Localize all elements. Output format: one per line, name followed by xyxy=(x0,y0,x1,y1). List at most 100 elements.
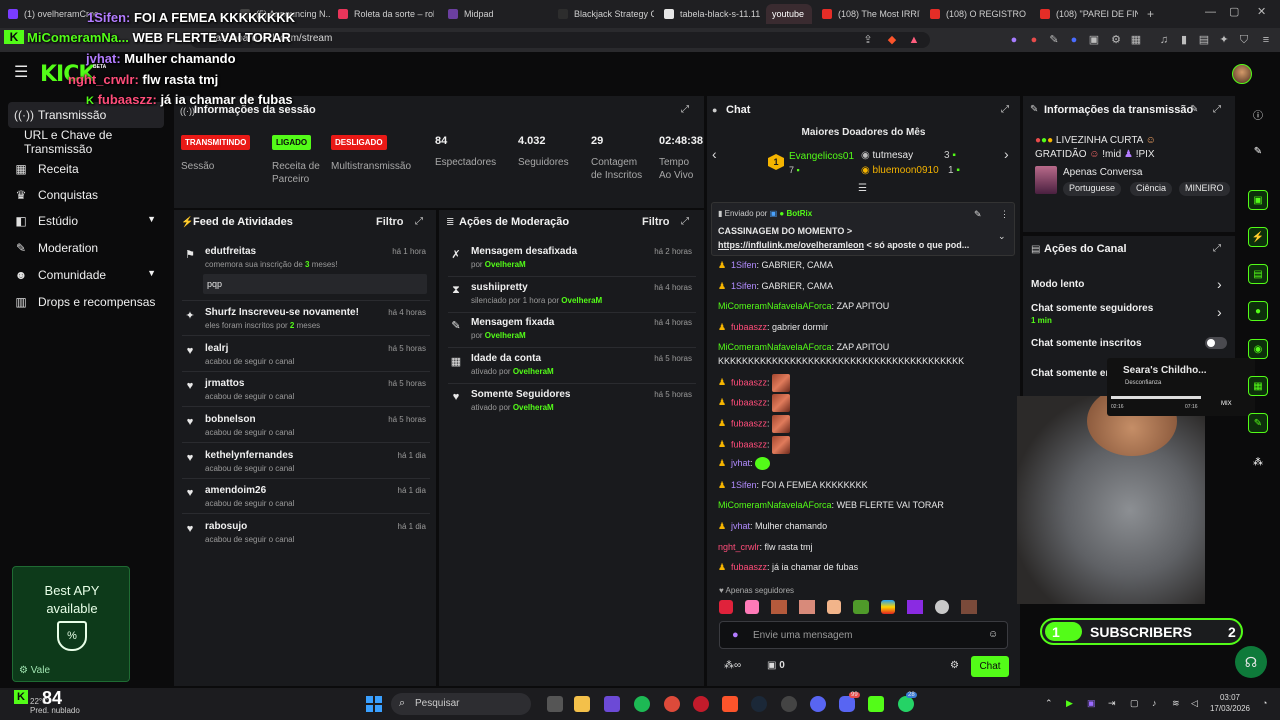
sidebar-item-url-key[interactable]: URL e Chave de Transmissão xyxy=(8,128,164,156)
chat-username[interactable]: nght_crwlr xyxy=(718,542,760,552)
taskbar-search[interactable]: ⌕ Pesquisar xyxy=(391,693,531,715)
volume-icon[interactable]: ◁ xyxy=(1191,698,1198,709)
chat-username[interactable]: fubaaszz xyxy=(731,322,767,332)
expand-icon[interactable]: ⤢ xyxy=(681,216,689,227)
expand-icon[interactable]: ⤢ xyxy=(681,104,689,115)
wallet-icon[interactable]: ▤ xyxy=(1198,34,1210,46)
chat-username[interactable]: 1Sifen xyxy=(731,480,757,490)
browser-menu-icon[interactable]: ≡ xyxy=(1260,34,1272,46)
sidebar-item-conquistas[interactable]: ♛ Conquistas xyxy=(8,182,164,208)
rail-broadcast-icon[interactable]: ◉ xyxy=(1248,339,1268,359)
minimize-icon[interactable]: — xyxy=(1205,6,1216,18)
browser-tab-active[interactable]: youtube xyxy=(766,4,812,24)
rail-wrench-icon[interactable]: ✎ xyxy=(1248,413,1268,433)
expand-icon[interactable]: ⤢ xyxy=(1213,243,1221,254)
browser-tab[interactable]: (108) O REGISTRO +... xyxy=(930,4,1028,24)
taskbar-time[interactable]: 03:07 xyxy=(1210,693,1250,702)
tag-chip[interactable]: MINEIRO xyxy=(1179,182,1230,196)
media-icon[interactable]: ♫ xyxy=(1158,34,1170,46)
sidebar-toggle-icon[interactable]: ▮ xyxy=(1178,34,1190,46)
chat-send-button[interactable]: Chat xyxy=(971,656,1009,677)
chevron-right-icon[interactable]: › xyxy=(1217,276,1222,292)
new-tab-icon[interactable]: + xyxy=(1147,7,1154,21)
windows-start-icon[interactable] xyxy=(366,696,382,712)
maximize-icon[interactable]: ▢ xyxy=(1229,5,1239,18)
sidebar-item-moderation[interactable]: ✎ Moderation xyxy=(8,235,164,261)
sidebar-item-receita[interactable]: ▦ Receita xyxy=(8,156,164,182)
tag-chip[interactable]: Portuguese xyxy=(1063,182,1122,196)
tray-icon[interactable]: ⇥ xyxy=(1108,698,1116,709)
extension-icon[interactable]: ▣ xyxy=(1088,34,1100,46)
chevron-down-icon[interactable]: ⌄ xyxy=(998,231,1006,242)
chevron-right-icon[interactable]: › xyxy=(1217,304,1222,320)
extension-icon[interactable]: ● xyxy=(1068,34,1080,46)
tray-chevron-icon[interactable]: ⌃ xyxy=(1045,698,1053,709)
expand-icon[interactable]: ⤢ xyxy=(1213,104,1221,115)
brave-rewards-icon[interactable]: ▲ xyxy=(908,34,920,46)
emote-icon[interactable] xyxy=(745,600,759,614)
taskbar-date[interactable]: 17/03/2026 xyxy=(1208,704,1252,713)
tag-chip[interactable]: Ciência xyxy=(1130,182,1173,196)
emote-icon[interactable] xyxy=(907,600,923,614)
rail-dashboard-icon[interactable]: ▦ xyxy=(1248,376,1268,396)
spotify-icon[interactable] xyxy=(634,696,650,712)
app-icon[interactable] xyxy=(810,696,826,712)
moderation-filter-button[interactable]: Filtro xyxy=(642,216,670,228)
chat-username[interactable]: MiComeramNafavelaAForca xyxy=(718,342,832,352)
emote-icon[interactable] xyxy=(881,600,895,614)
expand-icon[interactable]: ⤢ xyxy=(415,216,423,227)
file-explorer-icon[interactable] xyxy=(574,696,590,712)
close-window-icon[interactable]: ✕ xyxy=(1257,5,1266,18)
slow-mode-option[interactable]: Modo lento xyxy=(1031,279,1084,290)
chat-username[interactable]: fubaaszz xyxy=(731,397,767,407)
emote-icon[interactable] xyxy=(827,600,841,614)
emote-icon[interactable] xyxy=(935,600,949,614)
chrome-icon[interactable] xyxy=(664,696,680,712)
browser-tab[interactable]: (108) The Most IRRITA... xyxy=(822,4,920,24)
kick-app-icon[interactable] xyxy=(868,696,884,712)
browser-tab[interactable]: (108) "PAREI DE FING... xyxy=(1040,4,1138,24)
extension-icon[interactable]: ● xyxy=(1028,34,1040,46)
tray-icon[interactable]: ▢ xyxy=(1130,698,1139,709)
discord-icon[interactable] xyxy=(839,696,855,712)
rail-chat-icon[interactable]: ● xyxy=(1248,301,1268,321)
browser-tab[interactable]: (1) ovelheramCrocantes xyxy=(8,4,98,24)
headset-support-icon[interactable]: ☊ xyxy=(1235,646,1267,678)
chevron-right-icon[interactable]: › xyxy=(1004,146,1009,162)
leo-ai-icon[interactable]: ✦ xyxy=(1218,34,1230,46)
chat-username[interactable]: MiComeramNafavelaAForca xyxy=(718,500,832,510)
browser-tab[interactable]: Blackjack Strategy Ch... xyxy=(558,4,654,24)
info-icon[interactable]: ⓘ xyxy=(1248,104,1268,124)
chat-username[interactable]: 1Sifen xyxy=(731,260,757,270)
chat-username[interactable]: 1Sifen xyxy=(731,281,757,291)
chat-username[interactable]: jvhat xyxy=(731,521,750,531)
emote-icon[interactable] xyxy=(799,600,815,614)
hamburger-menu-icon[interactable]: ☰ xyxy=(14,65,28,81)
tray-icon[interactable]: ▶ xyxy=(1066,698,1073,709)
rail-list-icon[interactable]: ▤ xyxy=(1248,264,1268,284)
emote-icon[interactable] xyxy=(961,600,977,614)
rail-monitor-icon[interactable]: ▣ xyxy=(1248,190,1268,210)
extension-icon[interactable]: ⚙ xyxy=(1110,34,1122,46)
share-icon[interactable]: ⇪ xyxy=(862,34,874,46)
chat-username[interactable]: jvhat xyxy=(731,458,750,468)
sidebar-item-drops[interactable]: ▥ Drops e recompensas xyxy=(8,289,164,315)
chat-username[interactable]: fubaaszz xyxy=(731,377,767,387)
sidebar-item-estudio[interactable]: ◧ Estúdio ▼ xyxy=(8,208,164,234)
app-icon[interactable] xyxy=(781,696,797,712)
vpn-icon[interactable]: ⛉ xyxy=(1238,34,1250,46)
emote-icon[interactable] xyxy=(719,600,733,614)
expand-icon[interactable]: ⤢ xyxy=(1001,104,1009,115)
pin-icon[interactable]: ✎ xyxy=(974,209,982,220)
microphone-icon[interactable]: ● xyxy=(732,629,739,641)
browser-tab[interactable]: Midpad xyxy=(448,4,548,24)
chat-settings-icon[interactable]: ⚙ xyxy=(950,660,959,671)
tray-icon[interactable]: ▣ xyxy=(1087,698,1096,709)
collapse-donors-icon[interactable]: ☰ xyxy=(858,183,867,194)
emote-icon[interactable] xyxy=(853,600,869,614)
chat-username[interactable]: fubaaszz xyxy=(731,562,767,572)
task-view-icon[interactable] xyxy=(547,696,563,712)
subs-only-toggle[interactable] xyxy=(1205,337,1227,349)
opera-icon[interactable] xyxy=(693,696,709,712)
extension-icon[interactable]: ● xyxy=(1008,34,1020,46)
